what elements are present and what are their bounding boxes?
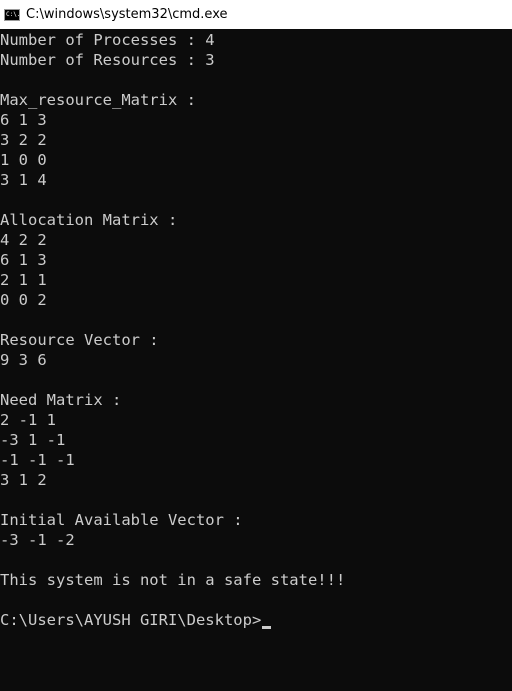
prompt-line[interactable]: C:\Users\AYUSH GIRI\Desktop> (0, 610, 512, 630)
console-line: 1 0 0 (0, 151, 47, 169)
console-line: 9 3 6 (0, 351, 47, 369)
console-line: 3 2 2 (0, 131, 47, 149)
console-line: 6 1 3 (0, 251, 47, 269)
cmd-window: C:\. C:\windows\system32\cmd.exe Number … (0, 0, 512, 691)
title-bar[interactable]: C:\. C:\windows\system32\cmd.exe (0, 0, 512, 29)
console-line: -1 -1 -1 (0, 451, 75, 469)
console-line: Number of Processes : 4 (0, 31, 215, 49)
console-line: 0 0 2 (0, 291, 47, 309)
console-line: Max_resource_Matrix : (0, 91, 196, 109)
console-line: 2 1 1 (0, 271, 47, 289)
console-line: Need Matrix : (0, 391, 122, 409)
console-line: This system is not in a safe state!!! (0, 571, 346, 589)
console-line: 2 -1 1 (0, 411, 56, 429)
console-line: Resource Vector : (0, 331, 159, 349)
console-output[interactable]: Number of Processes : 4 Number of Resourc… (0, 30, 512, 691)
cmd-icon: C:\. (4, 8, 20, 21)
console-line: Number of Resources : 3 (0, 51, 215, 69)
console-line: 4 2 2 (0, 231, 47, 249)
console-line: Initial Available Vector : (0, 511, 243, 529)
window-title: C:\windows\system32\cmd.exe (26, 7, 228, 22)
console-line: 3 1 4 (0, 171, 47, 189)
text-cursor (262, 626, 272, 629)
console-line: 6 1 3 (0, 111, 47, 129)
prompt-text: C:\Users\AYUSH GIRI\Desktop> (0, 611, 262, 629)
console-line: -3 -1 -2 (0, 531, 75, 549)
console-line: -3 1 -1 (0, 431, 66, 449)
console-lines: Number of Processes : 4 Number of Resourc… (0, 30, 512, 610)
console-line: 3 1 2 (0, 471, 47, 489)
console-line: Allocation Matrix : (0, 211, 178, 229)
